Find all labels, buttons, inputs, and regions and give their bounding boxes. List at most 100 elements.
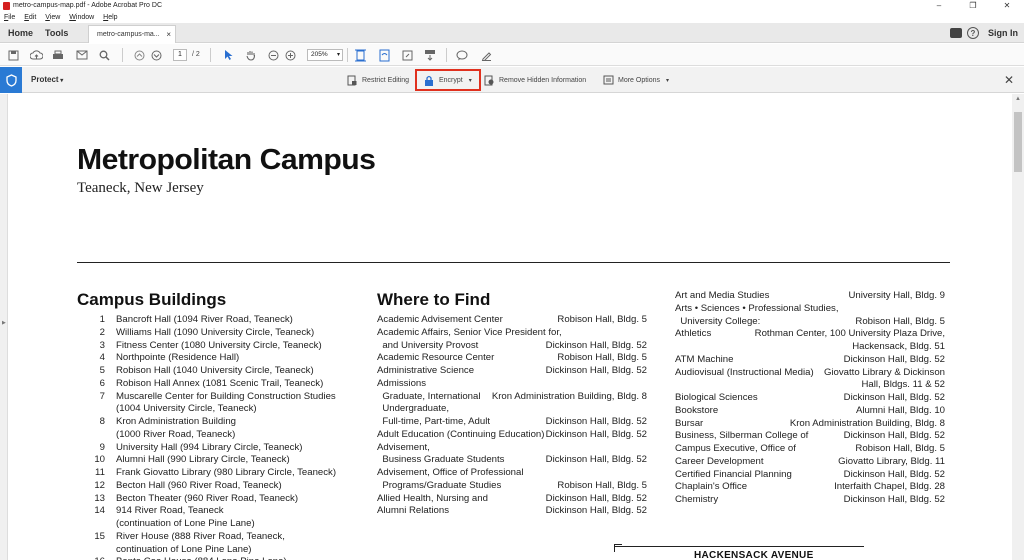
directory-row: Alumni Relations Dickinson Hall, Bldg. 52 xyxy=(377,505,647,518)
search-icon[interactable] xyxy=(97,48,111,62)
remove-hidden-information-button[interactable]: Remove Hidden Information xyxy=(484,67,586,93)
campus-map-fragment: HACKENSACK AVENUE xyxy=(608,532,868,560)
menu-edit[interactable]: Edit xyxy=(24,12,36,23)
email-icon[interactable] xyxy=(75,48,89,62)
more-options-icon xyxy=(603,75,614,85)
divider xyxy=(77,262,950,263)
menu-view[interactable]: View xyxy=(45,12,60,23)
zoom-out-icon[interactable] xyxy=(266,48,280,62)
building-number: 2 xyxy=(99,326,105,338)
menu-help[interactable]: Help xyxy=(103,12,117,23)
chevron-right-icon: ▶ xyxy=(2,320,6,326)
directory-department: Bookstore xyxy=(675,404,719,416)
full-screen-icon[interactable] xyxy=(400,48,414,62)
directory-location: Robison Hall, Bldg. 5 xyxy=(557,314,647,325)
building-list-item: continuation of Lone Pine Lane) xyxy=(77,544,347,557)
tab-close-icon[interactable]: × xyxy=(166,26,171,43)
directory-location: Dickinson Hall, Bldg. 52 xyxy=(545,454,647,466)
tab-tools[interactable]: Tools xyxy=(45,23,68,43)
directory-department: Chaplain's Office xyxy=(675,481,748,493)
directory-location: Dickinson Hall, Bldg. 52 xyxy=(545,339,647,351)
building-name: Alumni Hall (990 Library Circle, Teaneck… xyxy=(116,454,290,466)
campus-buildings-list: 1 Bancroft Hall (1094 River Road, Teaneck… xyxy=(77,314,347,560)
restrict-editing-button[interactable]: Restrict Editing xyxy=(347,67,409,93)
help-icon[interactable]: ? xyxy=(967,27,979,39)
building-number: 13 xyxy=(94,492,105,504)
print-icon[interactable] xyxy=(51,48,65,62)
building-name: Frank Giovatto Library (980 Library Circ… xyxy=(116,467,337,478)
previous-page-icon[interactable] xyxy=(132,48,146,62)
encrypt-button[interactable]: Encrypt ▾ xyxy=(424,67,472,93)
comment-icon[interactable] xyxy=(950,28,962,38)
minimize-button[interactable]: – xyxy=(924,0,954,12)
close-tool-icon[interactable]: ✕ xyxy=(1004,67,1014,93)
scroll-mode-icon[interactable] xyxy=(423,48,437,62)
building-list-item: 7 Muscarelle Center for Building Construc… xyxy=(77,391,347,404)
building-name: Robison Hall Annex (1081 Scenic Trail, T… xyxy=(116,377,324,389)
protect-toolbar: Protect ▾ Restrict Editing Encrypt ▾ Rem… xyxy=(0,67,1024,93)
directory-row: Academic Resource Center Robison Hall, Bl… xyxy=(377,352,647,365)
building-list-item: (1004 University Circle, Teaneck) xyxy=(77,403,347,416)
campus-buildings-heading: Campus Buildings xyxy=(77,290,227,309)
protect-menu-button[interactable]: Protect ▾ xyxy=(31,67,63,94)
building-number: 4 xyxy=(99,352,105,364)
building-number: 5 xyxy=(99,365,105,376)
encrypt-label: Encrypt xyxy=(439,76,463,84)
add-comment-icon[interactable] xyxy=(455,48,469,62)
zoom-level-select[interactable]: 205% ▾ xyxy=(307,49,343,61)
directory-row: Certified Financial Planning Dickinson Ha… xyxy=(675,469,945,482)
chevron-down-icon: ▾ xyxy=(336,52,340,58)
directory-department: Undergraduate, xyxy=(377,403,449,415)
building-number: 1 xyxy=(99,314,105,325)
directory-row: Hackensack, Bldg. 51 xyxy=(675,341,945,354)
directory-row: Academic Affairs, Senior Vice President … xyxy=(377,327,647,340)
directory-location: Robison Hall, Bldg. 5 xyxy=(855,443,945,454)
cloud-upload-icon[interactable] xyxy=(29,48,43,62)
tab-home[interactable]: Home xyxy=(8,23,33,43)
next-page-icon[interactable] xyxy=(149,48,163,62)
building-list-item: 10 Alumni Hall (990 Library Circle, Teane… xyxy=(77,454,347,467)
building-name: (1000 River Road, Teaneck) xyxy=(116,428,236,440)
building-list-item: 13 Becton Theater (960 River Road, Teanec… xyxy=(77,493,347,506)
close-window-button[interactable]: ✕ xyxy=(992,0,1022,12)
directory-department: Athletics xyxy=(675,328,712,340)
menu-window[interactable]: Window xyxy=(69,12,94,23)
tab-document[interactable]: metro-campus-ma... × xyxy=(88,25,176,43)
save-icon[interactable] xyxy=(6,48,20,62)
directory-location: Kron Administration Building, Bldg. 8 xyxy=(491,390,647,402)
sign-in-button[interactable]: Sign In xyxy=(988,28,1018,38)
building-number: 3 xyxy=(99,339,105,351)
directory-location: Robison Hall, Bldg. 5 xyxy=(855,315,945,327)
hand-tool-icon[interactable] xyxy=(244,48,258,62)
directory-location: Dickinson Hall, Bldg. 52 xyxy=(545,505,647,517)
directory-row: Full-time, Part-time, Adult Dickinson Hal… xyxy=(377,416,647,429)
fit-page-icon[interactable] xyxy=(353,48,367,62)
building-number: 15 xyxy=(94,530,105,542)
more-options-button[interactable]: More Options ▾ xyxy=(603,67,669,93)
vertical-scrollbar[interactable]: ▲ xyxy=(1012,94,1024,560)
select-cursor-icon[interactable] xyxy=(222,48,236,62)
building-list-item: 11 Frank Giovatto Library (980 Library Ci… xyxy=(77,467,347,480)
building-number: 6 xyxy=(99,377,105,389)
directory-location: Interfaith Chapel, Bldg. 28 xyxy=(834,481,945,493)
where-to-find-heading: Where to Find xyxy=(377,290,491,309)
building-name: continuation of Lone Pine Lane) xyxy=(116,543,252,555)
building-list-item: 14 914 River Road, Teaneck xyxy=(77,505,347,518)
shield-icon xyxy=(5,73,17,87)
restore-button[interactable]: ❐ xyxy=(958,0,988,12)
lock-icon xyxy=(424,75,434,86)
protect-label: Protect xyxy=(31,75,59,84)
fill-sign-pen-icon[interactable] xyxy=(479,48,493,62)
zoom-in-icon[interactable] xyxy=(283,48,297,62)
scrollbar-thumb[interactable] xyxy=(1014,112,1022,172)
restrict-editing-label: Restrict Editing xyxy=(362,76,410,84)
menu-file[interactable]: File xyxy=(4,12,15,23)
directory-department: University College: xyxy=(675,315,761,327)
document-subtitle: Teaneck, New Jersey xyxy=(77,180,204,196)
rotate-view-icon[interactable] xyxy=(377,48,391,62)
navigation-pane-toggle[interactable]: ▶ xyxy=(0,94,8,560)
scroll-up-icon[interactable]: ▲ xyxy=(1015,96,1021,102)
page-number-input[interactable]: 1 xyxy=(173,49,187,61)
directory-row: Business, Silberman College of Dickinson … xyxy=(675,430,945,443)
directory-location: Alumni Hall, Bldg. 10 xyxy=(855,404,945,416)
